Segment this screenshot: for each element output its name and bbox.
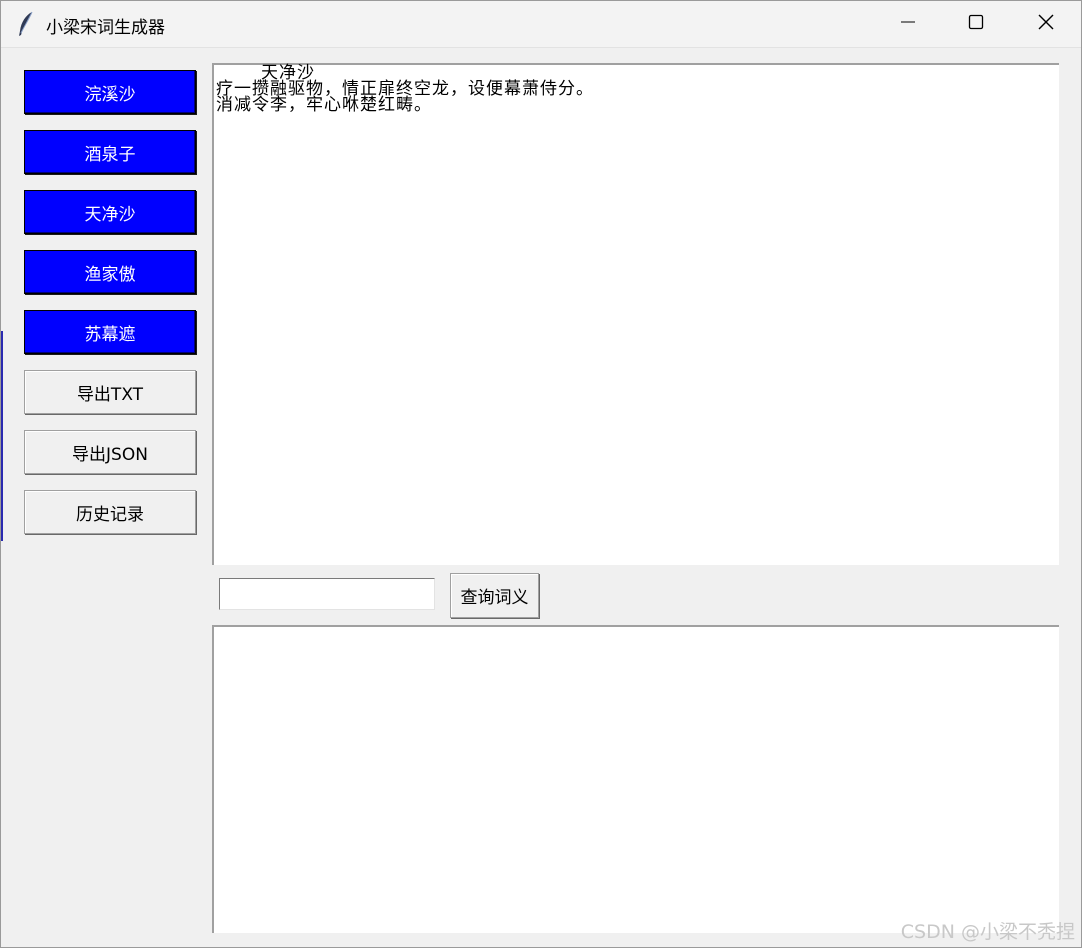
export-txt-button[interactable]: 导出TXT (24, 370, 196, 414)
query-meaning-button[interactable]: 查询词义 (450, 573, 539, 618)
ci-button-huanxisha[interactable]: 浣溪沙 (24, 70, 196, 114)
ci-button-sumuzhe[interactable]: 苏幕遮 (24, 310, 196, 354)
poem-output-textarea[interactable]: 天净沙 疗一攒融驱物，情正扉终空龙，设便幕萧侍分。 消减令李，牢心咻楚红畴。 (212, 63, 1059, 565)
maximize-icon (968, 14, 984, 34)
minimize-icon (900, 14, 916, 34)
minimize-button[interactable] (873, 1, 943, 47)
watermark: CSDN @小梁不秃捏 (900, 921, 1075, 943)
ci-button-tianjingsha[interactable]: 天净沙 (24, 190, 196, 234)
window-edge-decoration (1, 331, 3, 541)
poem-text: 天净沙 疗一攒融驱物，情正扉终空龙，设便幕萧侍分。 消减令李，牢心咻楚红畴。 (216, 63, 594, 115)
feather-icon (17, 11, 35, 37)
ci-button-yujiaao[interactable]: 渔家傲 (24, 250, 196, 294)
history-button[interactable]: 历史记录 (24, 490, 196, 534)
ci-button-jiuquanzi[interactable]: 酒泉子 (24, 130, 196, 174)
close-icon (1037, 13, 1055, 35)
title-bar[interactable]: 小梁宋词生成器 (1, 1, 1081, 48)
export-json-button[interactable]: 导出JSON (24, 430, 196, 474)
word-query-input[interactable] (219, 578, 435, 610)
close-button[interactable] (1011, 1, 1081, 47)
maximize-button[interactable] (941, 1, 1011, 47)
meaning-output-textarea[interactable] (212, 625, 1059, 933)
window-title: 小梁宋词生成器 (46, 18, 165, 38)
app-window: 小梁宋词生成器 浣溪沙 酒泉子 天净沙 渔家傲 苏幕遮 导出TXT 导出JSON… (0, 0, 1082, 948)
